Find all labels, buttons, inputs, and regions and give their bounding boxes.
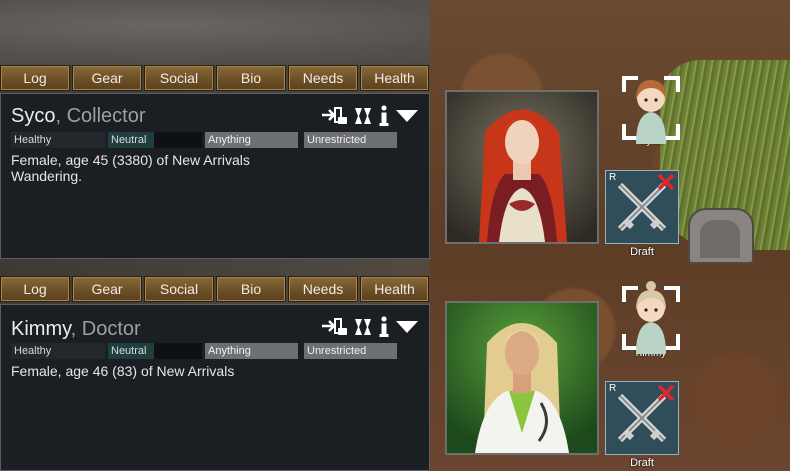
- info-icon[interactable]: [377, 105, 391, 127]
- inspect-tabs-2: Log Gear Social Bio Needs Health: [0, 276, 429, 302]
- food-restriction-select[interactable]: Anything: [205, 343, 298, 359]
- draft-label: Draft: [630, 457, 654, 469]
- colonist-bar-kimmy[interactable]: Kimmy: [613, 278, 689, 359]
- colonist-avatar: [616, 68, 686, 144]
- tab-health[interactable]: Health: [360, 276, 429, 302]
- pawn-first-name: Syco: [11, 105, 56, 127]
- status-bars: Healthy Neutral Anything Unrestricted: [11, 343, 397, 359]
- tab-health[interactable]: Health: [360, 65, 429, 91]
- area-restriction-select[interactable]: Unrestricted: [304, 132, 397, 148]
- draft-button-syco[interactable]: R Draft: [605, 170, 679, 258]
- colonist-avatar: [616, 278, 686, 354]
- inspect-tabs-1: Log Gear Social Bio Needs Health: [0, 65, 429, 91]
- area-restriction-select[interactable]: Unrestricted: [304, 343, 397, 359]
- draft-button-kimmy[interactable]: R Draft: [605, 381, 679, 469]
- tab-gear[interactable]: Gear: [72, 276, 142, 302]
- pawn-title: Doctor: [81, 318, 141, 340]
- tab-needs[interactable]: Needs: [288, 65, 358, 91]
- mood-bar[interactable]: Neutral: [108, 343, 202, 359]
- pawn-age-faction: Female, age 45 (3380) of New Arrivals: [11, 152, 250, 168]
- draft-label: Draft: [630, 246, 654, 258]
- pawn-first-name: Kimmy: [11, 318, 71, 340]
- inspect-icons: [321, 316, 419, 338]
- pawn-name: Syco, Collector: [11, 105, 146, 128]
- mood-bar[interactable]: Neutral: [108, 132, 202, 148]
- pawn-name: Kimmy, Doctor: [11, 318, 141, 341]
- pawn-title: Collector: [66, 105, 146, 127]
- red-x-icon: [657, 384, 675, 402]
- tab-log[interactable]: Log: [0, 276, 70, 302]
- enter-exit-icon[interactable]: [321, 105, 349, 127]
- mood-label: Neutral: [111, 134, 147, 146]
- red-x-icon: [657, 173, 675, 191]
- mood-label: Neutral: [111, 345, 147, 357]
- enter-exit-icon[interactable]: [321, 316, 349, 338]
- food-restriction-select[interactable]: Anything: [205, 132, 298, 148]
- pawn-description: Female, age 45 (3380) of New Arrivals Wa…: [11, 152, 250, 184]
- tab-bio[interactable]: Bio: [216, 276, 286, 302]
- name-separator: ,: [70, 318, 82, 340]
- map-rock: [688, 208, 754, 264]
- tab-bio[interactable]: Bio: [216, 65, 286, 91]
- draft-hotkey: R: [609, 383, 617, 394]
- draft-hotkey: R: [609, 172, 617, 183]
- inspect-panel-1: Syco, Collector Healthy Neutral Anything…: [0, 93, 430, 259]
- follow-icon[interactable]: [353, 105, 373, 127]
- tab-log[interactable]: Log: [0, 65, 70, 91]
- tab-social[interactable]: Social: [144, 65, 214, 91]
- pawn-activity: Wandering.: [11, 168, 83, 184]
- pawn-description: Female, age 46 (83) of New Arrivals: [11, 363, 234, 379]
- menu-down-icon[interactable]: [395, 316, 419, 338]
- tab-gear[interactable]: Gear: [72, 65, 142, 91]
- pawn-portrait-syco: [445, 90, 599, 244]
- inspect-icons: [321, 105, 419, 127]
- inspect-panel-2: Kimmy, Doctor Healthy Neutral Anything U…: [0, 304, 430, 471]
- tab-social[interactable]: Social: [144, 276, 214, 302]
- status-bars: Healthy Neutral Anything Unrestricted: [11, 132, 397, 148]
- health-status[interactable]: Healthy: [11, 343, 105, 359]
- pawn-portrait-kimmy: [445, 301, 599, 455]
- menu-down-icon[interactable]: [395, 105, 419, 127]
- tab-needs[interactable]: Needs: [288, 276, 358, 302]
- pawn-age-faction: Female, age 46 (83) of New Arrivals: [11, 363, 235, 379]
- name-separator: ,: [55, 105, 67, 127]
- follow-icon[interactable]: [353, 316, 373, 338]
- health-status[interactable]: Healthy: [11, 132, 105, 148]
- info-icon[interactable]: [377, 316, 391, 338]
- colonist-bar-syco[interactable]: Syco: [613, 68, 689, 147]
